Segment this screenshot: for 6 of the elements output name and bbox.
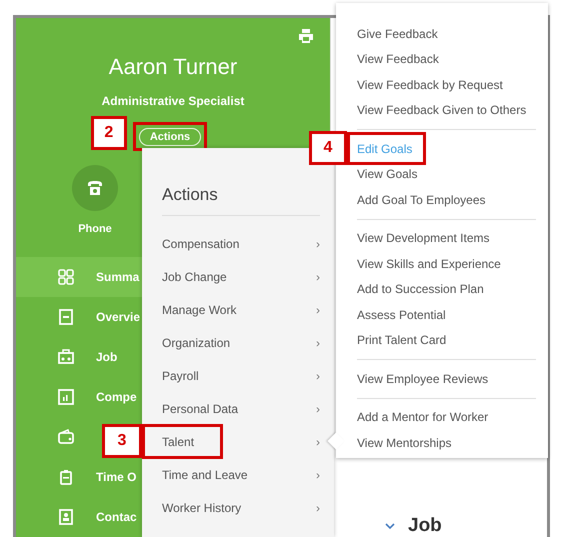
job-title: Administrative Specialist — [102, 94, 244, 108]
step-number: 4 — [309, 131, 347, 165]
step-number: 3 — [102, 424, 142, 458]
step-number: 2 — [90, 116, 127, 150]
phone-label: Phone — [78, 223, 112, 235]
employee-name: Aaron Turner — [108, 54, 238, 80]
